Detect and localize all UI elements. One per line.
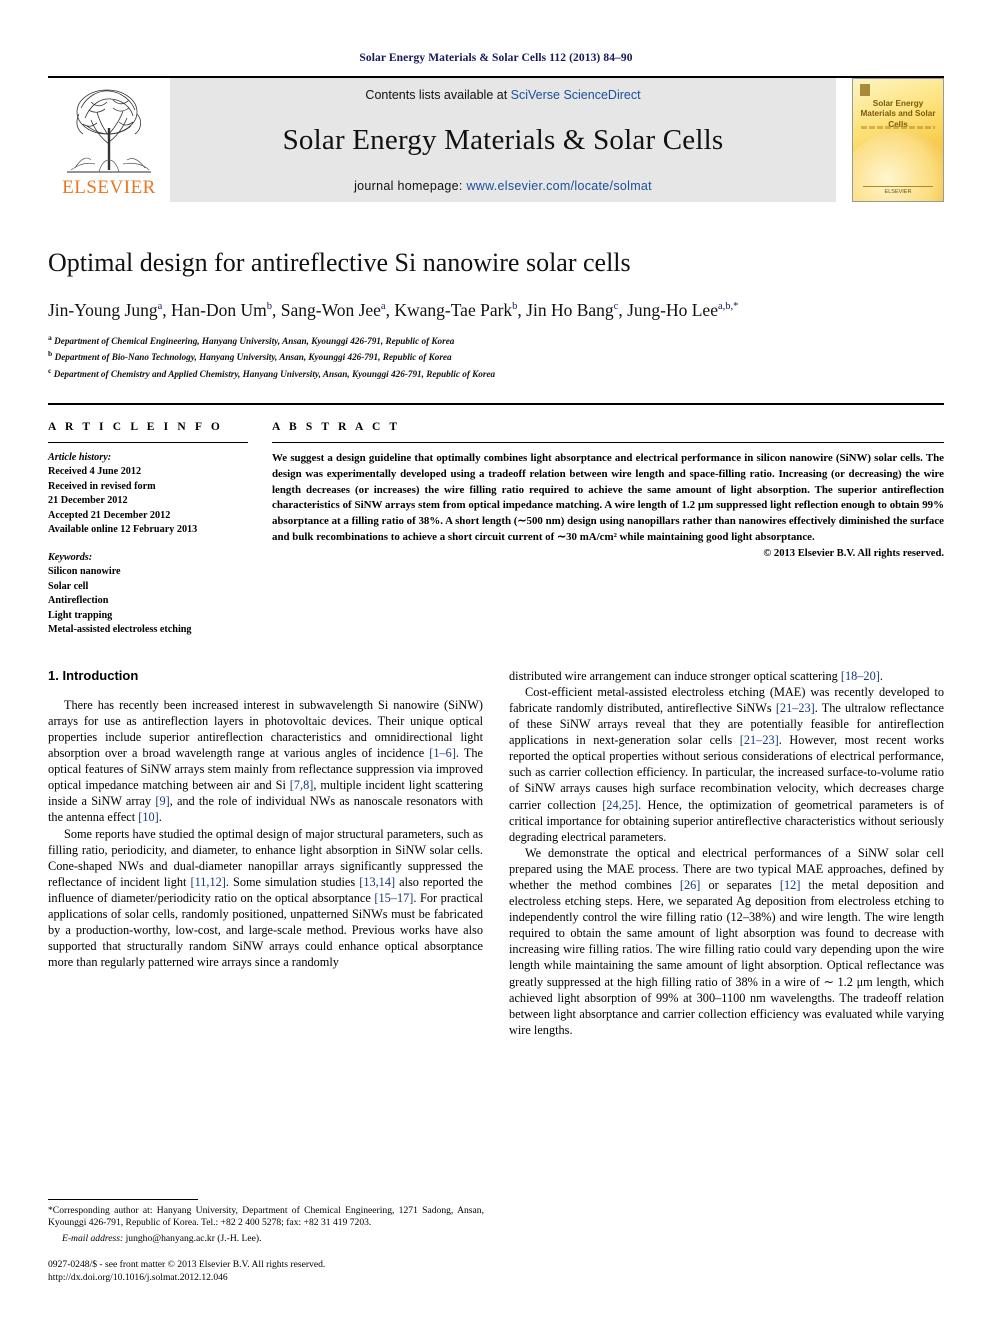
author-affil-marker: b: [512, 301, 518, 313]
corresponding-author-note: *Corresponding author at: Hanyang Univer…: [48, 1204, 484, 1229]
abstract-rule: [272, 441, 944, 443]
elsevier-logo: ELSEVIER: [48, 78, 170, 202]
author-affil-marker: a: [380, 301, 386, 313]
citation-ref[interactable]: [26]: [680, 878, 701, 892]
citation-ref[interactable]: [12]: [780, 878, 801, 892]
author-affil-marker: a: [157, 301, 163, 313]
info-abstract-section: A R T I C L E I N F O Article history: R…: [48, 402, 944, 638]
section-heading-introduction: 1. Introduction: [48, 667, 139, 683]
email-value[interactable]: jungho@hanyang.ac.kr (J.-H. Lee).: [126, 1233, 262, 1244]
author-affil-marker: a,b,*: [717, 301, 739, 313]
abstract-copyright: © 2013 Elsevier B.V. All rights reserved…: [763, 547, 944, 559]
contents-prefix: Contents lists available at: [365, 88, 511, 102]
history-item-0: Received 4 June 2012: [48, 466, 142, 478]
citation-ref[interactable]: [7,8]: [290, 778, 314, 792]
article-info-column: A R T I C L E I N F O Article history: R…: [48, 421, 248, 638]
journal-cover-thumbnail: Solar Energy Materials and Solar Cells E…: [852, 78, 944, 202]
affil-marker-c: c: [48, 365, 52, 375]
keyword-2: Antireflection: [48, 595, 109, 607]
issn-line: 0927-0248/$ - see front matter © 2013 El…: [48, 1259, 326, 1271]
citation-ref[interactable]: [11,12]: [190, 875, 225, 889]
body-column-right: distributed wire arrangement can induce …: [509, 668, 944, 1038]
body-columns: 1. Introduction There has recently been …: [48, 668, 944, 1038]
author-list: Jin-Young Junga, Han-Don Umb, Sang-Won J…: [48, 299, 739, 320]
affil-marker-a: a: [48, 332, 52, 342]
email-note: E-mail address: jungho@hanyang.ac.kr (J.…: [48, 1233, 484, 1246]
elsevier-wordmark: ELSEVIER: [62, 177, 156, 198]
abstract-text: We suggest a design guideline that optim…: [272, 451, 944, 544]
affiliation-c: c Department of Chemistry and Applied Ch…: [48, 365, 496, 379]
keyword-3: Light trapping: [48, 609, 113, 621]
abstract-heading: A B S T R A C T: [272, 420, 401, 433]
author-affil-marker: c: [613, 301, 619, 313]
cover-elsevier-mark-icon: [860, 84, 870, 96]
intro-paragraph-1: There has recently been increased intere…: [48, 697, 484, 825]
affiliation-b: b Department of Bio-Nano Technology, Han…: [48, 349, 452, 363]
citation-ref[interactable]: [9]: [155, 794, 169, 808]
citation-ref[interactable]: [15–17]: [374, 891, 413, 905]
issn-block: 0927-0248/$ - see front matter © 2013 El…: [48, 1259, 484, 1285]
article-history-block: Article history: Received 4 June 2012 Re…: [48, 451, 248, 538]
footnote-rule: [48, 1198, 198, 1200]
article-info-heading: A R T I C L E I N F O: [48, 420, 223, 433]
homepage-prefix: journal homepage:: [354, 179, 467, 193]
cover-footer-rule: [863, 186, 933, 187]
page-title: Optimal design for antireflective Si nan…: [48, 248, 631, 277]
keyword-4: Metal-assisted electroless etching: [48, 624, 192, 636]
keyword-0: Silicon nanowire: [48, 566, 121, 578]
title-block: Optimal design for antireflective Si nan…: [48, 248, 944, 381]
cover-footer-text: ELSEVIER: [884, 189, 912, 195]
elsevier-tree-icon: [67, 89, 151, 173]
intro-paragraph-3: distributed wire arrangement can induce …: [509, 668, 883, 683]
citation-ref[interactable]: [13,14]: [359, 875, 395, 889]
journal-band: Contents lists available at SciVerse Sci…: [170, 78, 836, 202]
email-label: E-mail address:: [62, 1233, 124, 1245]
intro-paragraph-2: Some reports have studied the optimal de…: [48, 826, 483, 970]
keyword-1: Solar cell: [48, 580, 89, 592]
citation-ref[interactable]: [1–6]: [429, 746, 456, 760]
history-item-4: Available online 12 February 2013: [48, 524, 198, 536]
keywords-block: Keywords: Silicon nanowire Solar cell An…: [48, 551, 248, 638]
doi-line[interactable]: http://dx.doi.org/10.1016/j.solmat.2012.…: [48, 1272, 484, 1285]
contents-lists-line: Contents lists available at SciVerse Sci…: [365, 88, 640, 102]
citation-ref[interactable]: [21–23]: [740, 733, 779, 747]
journal-masthead: ELSEVIER Contents lists available at Sci…: [48, 76, 944, 202]
article-history-label: Article history:: [48, 451, 112, 463]
citation-ref[interactable]: [10]: [138, 810, 159, 824]
citation-ref[interactable]: [21–23]: [776, 701, 815, 715]
citation-ref[interactable]: [24,25]: [602, 798, 638, 812]
citation-ref[interactable]: [18–20]: [841, 669, 880, 683]
running-head: Solar Energy Materials & Solar Cells 112…: [359, 52, 633, 64]
abstract-column: A B S T R A C T We suggest a design guid…: [272, 421, 944, 638]
history-item-2: 21 December 2012: [48, 495, 128, 507]
intro-paragraph-4: Cost-efficient metal-assisted electroles…: [509, 684, 945, 844]
history-item-1: Received in revised form: [48, 480, 156, 492]
intro-paragraph-5: We demonstrate the optical and electrica…: [509, 845, 945, 1037]
author-affil-marker: b: [266, 301, 272, 313]
journal-homepage-line: journal homepage: www.elsevier.com/locat…: [354, 179, 652, 193]
article-info-rule: [48, 441, 248, 443]
journal-homepage-link[interactable]: www.elsevier.com/locate/solmat: [466, 179, 651, 193]
article-page: Solar Energy Materials & Solar Cells 112…: [0, 0, 992, 1323]
affiliation-a: a Department of Chemical Engineering, Ha…: [48, 332, 455, 346]
history-item-3: Accepted 21 December 2012: [48, 509, 171, 521]
journal-title: Solar Energy Materials & Solar Cells: [282, 124, 724, 156]
keywords-label: Keywords:: [48, 551, 93, 563]
sciencedirect-link[interactable]: SciVerse ScienceDirect: [511, 88, 641, 102]
affil-marker-b: b: [48, 349, 53, 359]
body-column-left: 1. Introduction There has recently been …: [48, 668, 483, 1038]
cover-subtitle-rule: [861, 126, 935, 129]
cover-footer: ELSEVIER: [863, 186, 933, 195]
footnote-block: *Corresponding author at: Hanyang Univer…: [48, 1198, 484, 1285]
